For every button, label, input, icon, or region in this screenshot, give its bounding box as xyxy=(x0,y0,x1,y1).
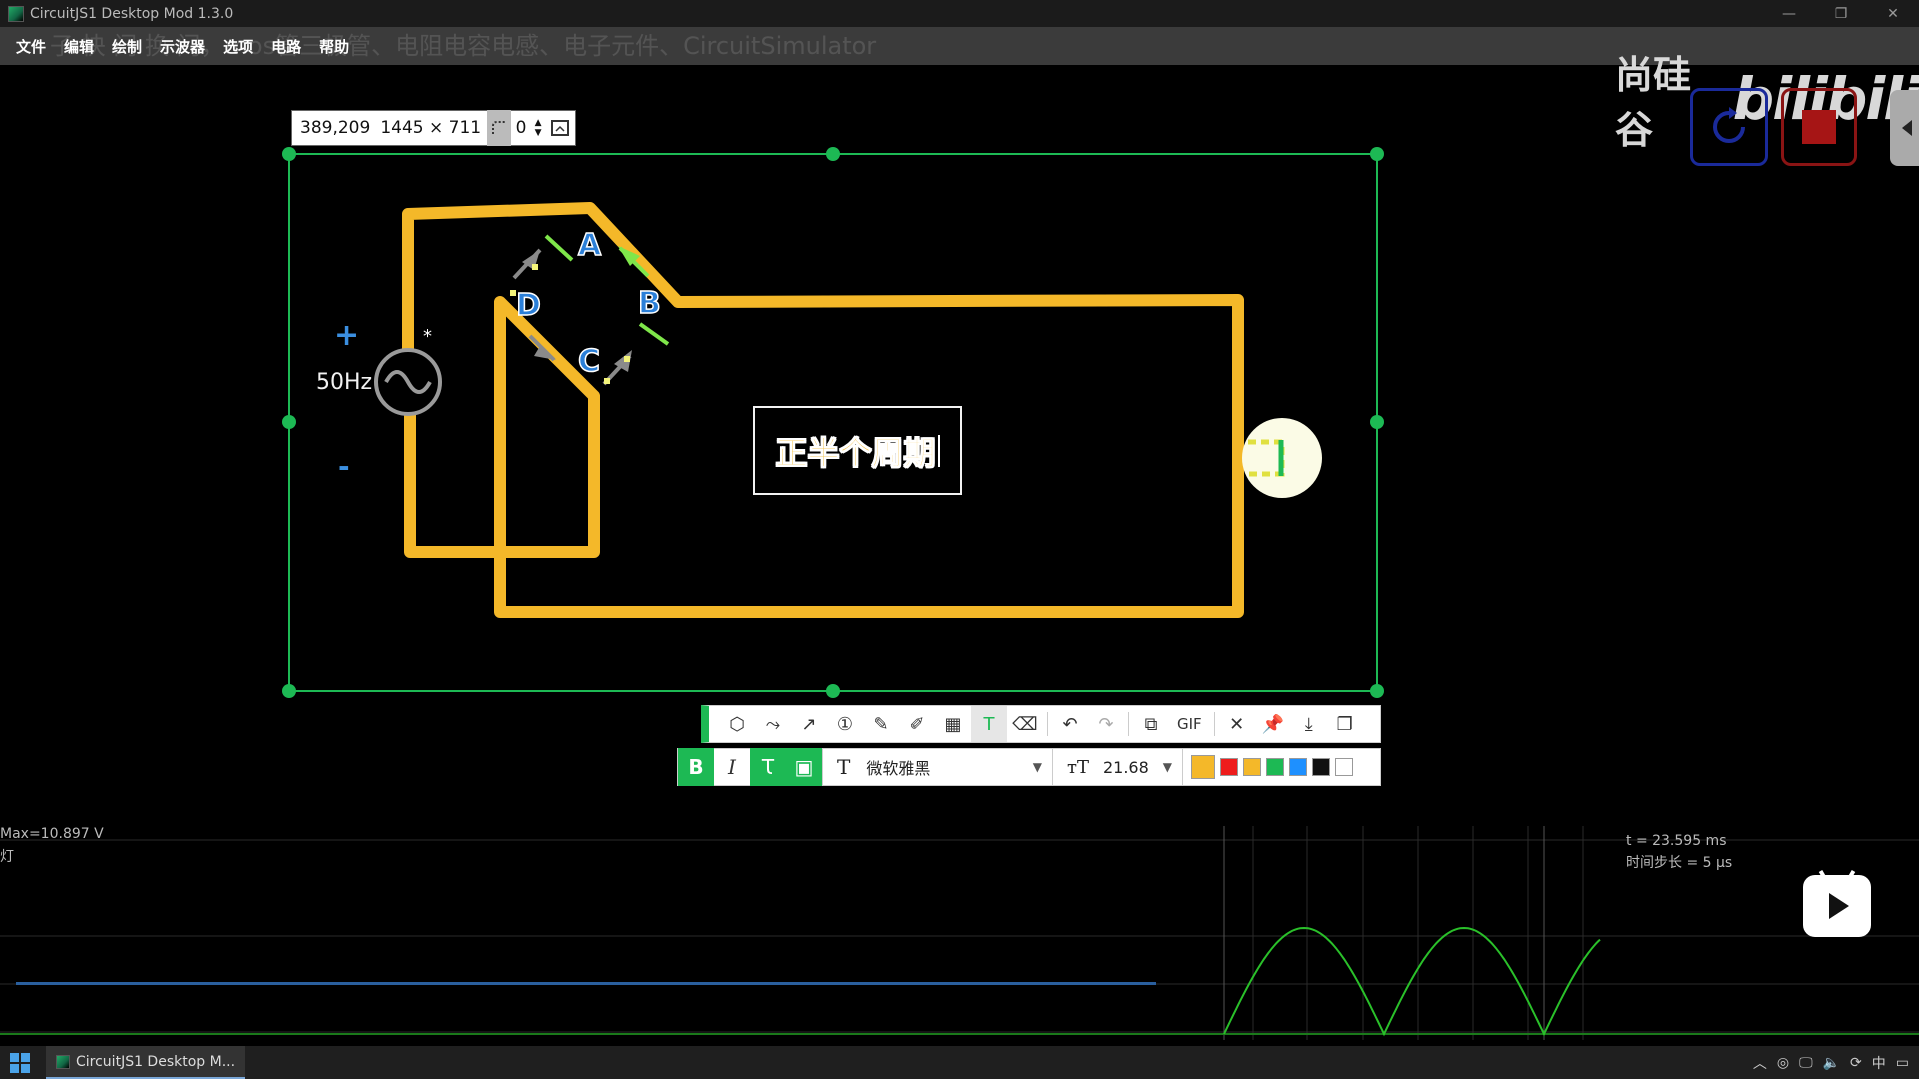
font-size-value: 21.68 xyxy=(1102,757,1149,777)
mosaic-tool-icon[interactable]: ▦ xyxy=(935,706,971,742)
font-icon: T xyxy=(837,755,851,779)
circuit-canvas[interactable] xyxy=(0,0,1919,1079)
chevron-down-icon: ▼ xyxy=(1032,760,1042,774)
annotation-toolbar: ⬡ ⤳ ↗ ① ✎ ✐ ▦ T ⌫ ↶ ↷ ⧉ GIF ✕ 📌 ⤓ ❐ xyxy=(701,705,1381,743)
redo-icon[interactable]: ↷ xyxy=(1088,706,1124,742)
tray-chevron-up-icon[interactable]: ︿ xyxy=(1753,1053,1767,1073)
polyline-tool-icon[interactable]: ⤳ xyxy=(755,706,791,742)
text-outline-button[interactable]: Ꚍ xyxy=(750,748,786,786)
copy-icon[interactable]: ❐ xyxy=(1327,706,1363,742)
scope-time-label: t = 23.595 ms xyxy=(1626,833,1727,849)
tray-notification-icon[interactable]: ▭ xyxy=(1896,1055,1909,1071)
source-plus-label: + xyxy=(334,318,360,353)
app-window: CircuitJS1 Desktop Mod 1.3.0 — ❐ ✕ 子 快 门… xyxy=(0,0,1919,1079)
chevron-down-icon: ▼ xyxy=(1162,760,1172,774)
source-minus-label: - xyxy=(338,450,350,483)
app-icon xyxy=(56,1054,70,1069)
taskbar-app-button[interactable]: CircuitJS1 Desktop M... xyxy=(46,1046,246,1079)
text-background-button[interactable]: ▣ xyxy=(786,748,822,786)
color-swatch-green[interactable] xyxy=(1266,758,1284,776)
taskbar: CircuitJS1 Desktop M... ︿ ◎ 🖵 🔈 ⟳ 中 ▭ xyxy=(0,1046,1919,1079)
tray-volume-icon[interactable]: 🔈 xyxy=(1823,1055,1840,1071)
pencil-tool-icon[interactable]: ✎ xyxy=(863,706,899,742)
text-tool-icon[interactable]: T xyxy=(971,706,1007,742)
download-icon[interactable]: ⤓ xyxy=(1291,706,1327,742)
source-star-label: * xyxy=(423,326,432,347)
bold-button[interactable]: B xyxy=(678,748,714,786)
number-tool-icon[interactable]: ① xyxy=(827,706,863,742)
lamp[interactable] xyxy=(1242,418,1322,498)
pin-icon[interactable]: 📌 xyxy=(1255,706,1291,742)
italic-button[interactable]: I xyxy=(714,748,750,786)
annotation-text[interactable]: 正半个周期 xyxy=(775,428,936,474)
color-swatch-blue[interactable] xyxy=(1289,758,1307,776)
diode-c-label: C xyxy=(577,343,601,380)
diode-a-label: A xyxy=(577,227,602,264)
play-icon xyxy=(1829,893,1849,919)
text-caret xyxy=(937,434,940,467)
scope-timestep-label: 时间步长 = 5 μs xyxy=(1626,855,1733,871)
text-annotation[interactable]: 正半个周期 xyxy=(753,406,962,495)
text-format-toolbar: B I Ꚍ ▣ T 微软雅黑 ▼ ᴛT 21.68 ▼ xyxy=(677,748,1381,786)
font-family-value: 微软雅黑 xyxy=(866,759,931,778)
source-frequency-label: 50Hz xyxy=(316,370,373,395)
color-swatch-red[interactable] xyxy=(1220,758,1238,776)
diode-d-label: D xyxy=(515,287,541,324)
arrow-tool-icon[interactable]: ↗ xyxy=(791,706,827,742)
close-icon[interactable]: ✕ xyxy=(1219,706,1255,742)
scope-element-label: 灯 xyxy=(0,849,14,865)
tray-ime-icon[interactable]: 中 xyxy=(1872,1053,1886,1073)
diode-b-label: B xyxy=(637,285,661,322)
font-size-icon: ᴛT xyxy=(1067,756,1089,778)
font-family-select[interactable]: T 微软雅黑 ▼ xyxy=(822,748,1052,786)
tray-app-icon[interactable]: ◎ xyxy=(1777,1055,1789,1071)
color-swatch-yellow[interactable] xyxy=(1243,758,1261,776)
ac-source[interactable] xyxy=(374,348,442,416)
highlighter-tool-icon[interactable]: ✐ xyxy=(899,706,935,742)
color-swatch-black[interactable] xyxy=(1312,758,1330,776)
tray-sync-icon[interactable]: ⟳ xyxy=(1850,1055,1862,1071)
system-tray: ︿ ◎ 🖵 🔈 ⟳ 中 ▭ xyxy=(1753,1046,1909,1079)
undo-icon[interactable]: ↶ xyxy=(1052,706,1088,742)
color-swatch-white[interactable] xyxy=(1335,758,1353,776)
color-palette xyxy=(1182,748,1353,786)
current-color-swatch[interactable] xyxy=(1191,755,1215,779)
screenshot-tool-icon[interactable]: ⧉ xyxy=(1133,706,1169,742)
shape-tool-icon[interactable]: ⬡ xyxy=(719,706,755,742)
bilibili-tv-icon[interactable] xyxy=(1803,875,1871,937)
tray-network-icon[interactable]: 🖵 xyxy=(1799,1055,1813,1071)
font-size-select[interactable]: ᴛT 21.68 ▼ xyxy=(1052,748,1182,786)
scope-max-label: Max=10.897 V xyxy=(0,826,104,842)
video-progress-bar[interactable] xyxy=(16,982,1156,985)
taskbar-app-label: CircuitJS1 Desktop M... xyxy=(76,1053,236,1070)
gif-button[interactable]: GIF xyxy=(1169,715,1210,733)
eraser-tool-icon[interactable]: ⌫ xyxy=(1007,706,1043,742)
windows-start-icon[interactable] xyxy=(10,1052,30,1073)
